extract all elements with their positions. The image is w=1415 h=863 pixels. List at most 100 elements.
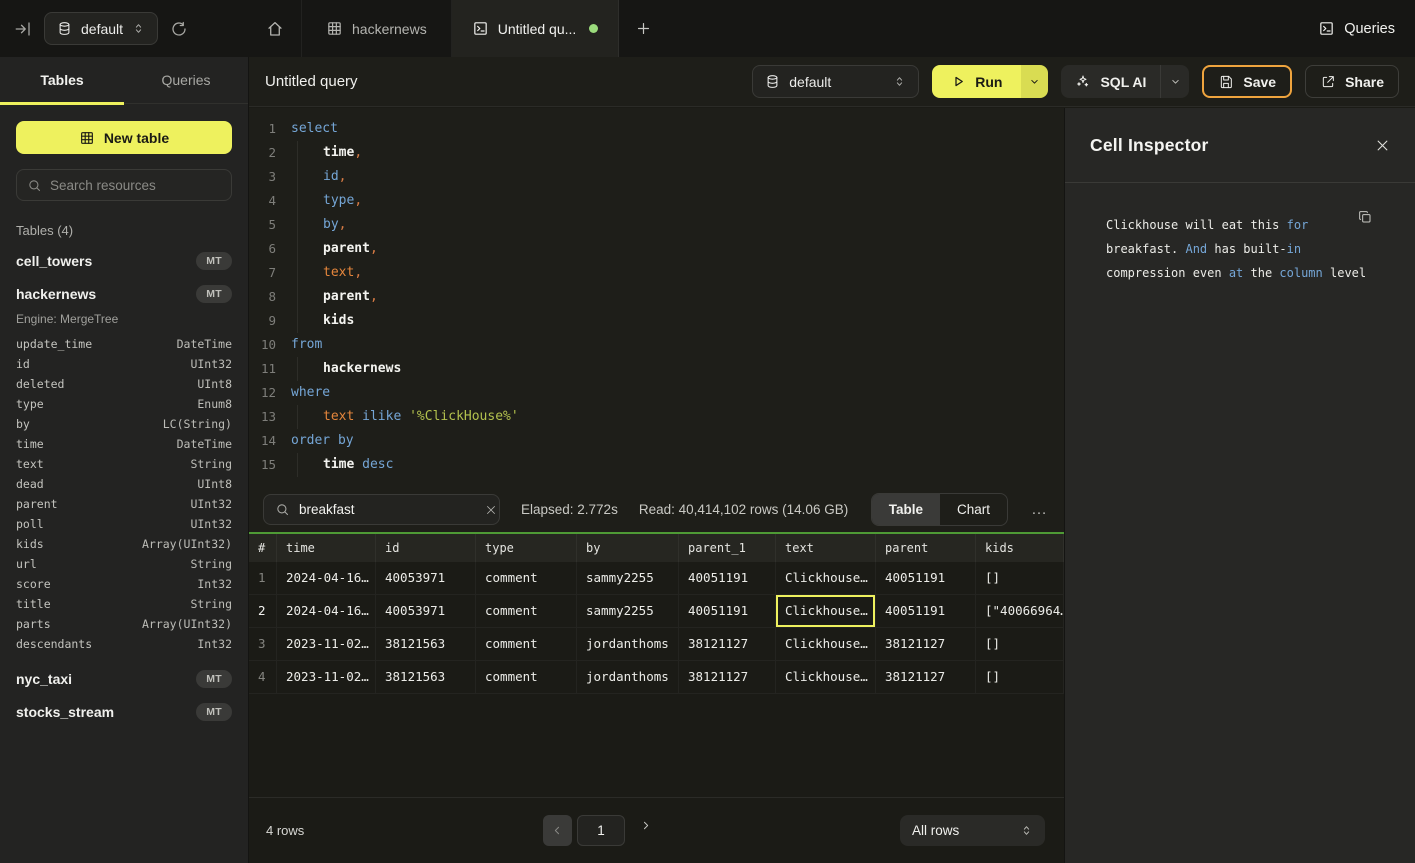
tab-home[interactable]	[249, 0, 301, 57]
selected-cell[interactable]: Clickhouse…	[776, 595, 876, 627]
table-cell[interactable]: 2023-11-02…	[277, 661, 376, 693]
table-cell[interactable]: 38121127	[876, 661, 976, 693]
table-row[interactable]: 22024-04-16…40053971commentsammy22554005…	[249, 595, 1064, 628]
table-cell[interactable]: sammy2255	[577, 562, 679, 594]
table-cell[interactable]: Clickhouse…	[776, 562, 876, 594]
refresh-icon[interactable]	[170, 20, 188, 38]
chevron-right-icon	[639, 819, 652, 832]
column-header-text[interactable]: text	[776, 534, 876, 562]
table-cell[interactable]: []	[976, 628, 1064, 660]
column-row: typeEnum8	[16, 394, 232, 414]
tab-hackernews[interactable]: hackernews	[301, 0, 451, 57]
page-number-input[interactable]: 1	[577, 815, 625, 846]
table-cell[interactable]: []	[976, 562, 1064, 594]
column-header-time[interactable]: time	[277, 534, 376, 562]
next-page-button[interactable]	[639, 819, 652, 832]
close-icon[interactable]	[1375, 138, 1390, 153]
tab-label: Untitled qu...	[498, 21, 577, 37]
line-number: 10	[249, 333, 276, 357]
table-cell[interactable]: 40051191	[679, 562, 776, 594]
table-cell[interactable]: 2023-11-02…	[277, 628, 376, 660]
column-header-id[interactable]: id	[376, 534, 476, 562]
table-cell[interactable]: ["40066964…	[976, 595, 1064, 627]
collapse-sidebar-icon[interactable]	[14, 20, 32, 38]
table-cell[interactable]: jordanthoms	[577, 628, 679, 660]
clear-search-icon[interactable]	[485, 504, 497, 516]
column-header-by[interactable]: by	[577, 534, 679, 562]
table-cell[interactable]: comment	[476, 661, 577, 693]
table-cell[interactable]: sammy2255	[577, 595, 679, 627]
page-size-selector[interactable]: All rows	[900, 815, 1045, 846]
more-options-icon[interactable]: …	[1029, 505, 1050, 515]
run-options-button[interactable]	[1021, 65, 1048, 98]
column-header-num[interactable]: #	[249, 534, 277, 562]
table-cell[interactable]: comment	[476, 562, 577, 594]
table-cell[interactable]: []	[976, 661, 1064, 693]
column-name: deleted	[16, 374, 64, 394]
table-cell[interactable]: 38121127	[876, 628, 976, 660]
table-cell[interactable]: 40051191	[876, 562, 976, 594]
run-button[interactable]: Run	[932, 65, 1021, 98]
tab-untitled-query[interactable]: Untitled qu...	[451, 0, 620, 57]
column-header-parent_1[interactable]: parent_1	[679, 534, 776, 562]
table-row[interactable]: 42023-11-02…38121563commentjordanthoms38…	[249, 661, 1064, 694]
table-cell[interactable]: 38121127	[679, 628, 776, 660]
share-button[interactable]: Share	[1305, 65, 1399, 98]
code-content: by,	[291, 213, 346, 237]
table-cell[interactable]: Clickhouse…	[776, 661, 876, 693]
table-cell[interactable]: 2024-04-16…	[277, 595, 376, 627]
line-number: 4	[249, 189, 276, 213]
column-header-kids[interactable]: kids	[976, 534, 1064, 562]
table-cell[interactable]: 40053971	[376, 595, 476, 627]
save-button[interactable]: Save	[1202, 65, 1292, 98]
copy-icon[interactable]	[1357, 209, 1373, 225]
sidebar-table-nyc_taxi[interactable]: nyc_taxiMT	[0, 662, 248, 695]
sql-ai-label: SQL AI	[1100, 74, 1146, 90]
sidebar-table-stocks_stream[interactable]: stocks_streamMT	[0, 695, 248, 728]
sidebar-table-cell_towers[interactable]: cell_towersMT	[0, 244, 248, 277]
search-icon	[27, 178, 42, 193]
line-number: 15	[249, 453, 276, 477]
table-cell[interactable]: 40051191	[876, 595, 976, 627]
table-cell[interactable]: 2024-04-16…	[277, 562, 376, 594]
table-cell[interactable]: 38121563	[376, 661, 476, 693]
column-header-parent[interactable]: parent	[876, 534, 976, 562]
queries-button[interactable]: Queries	[1318, 0, 1395, 57]
sidebar-tab-tables[interactable]: Tables	[0, 57, 124, 103]
results-region: #timeidtypebyparent_1textparentkids 1202…	[249, 532, 1064, 797]
table-cell[interactable]: comment	[476, 595, 577, 627]
table-cell[interactable]: 40053971	[376, 562, 476, 594]
rows-read-stats: Read: 40,414,102 rows (14.06 GB)	[639, 502, 848, 517]
code-line: 7text,	[249, 261, 1064, 285]
results-search-input[interactable]	[299, 502, 476, 517]
topbar-database-selector[interactable]: default	[44, 12, 158, 45]
sql-editor[interactable]: 1select2time,3id,4type,5by,6parent,7text…	[249, 108, 1064, 487]
table-row[interactable]: 12024-04-16…40053971commentsammy22554005…	[249, 562, 1064, 595]
view-toggle-table[interactable]: Table	[872, 494, 940, 525]
chevron-down-icon	[1028, 75, 1041, 88]
sql-ai-button[interactable]: SQL AI	[1061, 65, 1160, 98]
table-cell[interactable]: 38121127	[679, 661, 776, 693]
table-cell[interactable]: 38121563	[376, 628, 476, 660]
new-tab-button[interactable]	[619, 0, 668, 57]
table-cell[interactable]: comment	[476, 628, 577, 660]
new-table-label: New table	[104, 130, 169, 146]
view-toggle-chart[interactable]: Chart	[940, 494, 1007, 525]
column-header-type[interactable]: type	[476, 534, 577, 562]
toolbar-database-selector[interactable]: default	[752, 65, 919, 98]
code-content: from	[291, 333, 322, 357]
sql-ai-options-button[interactable]	[1160, 65, 1189, 98]
sidebar-search-input[interactable]	[50, 178, 227, 193]
code-line: 3id,	[249, 165, 1064, 189]
query-title: Untitled query	[265, 73, 358, 90]
previous-page-button[interactable]	[543, 815, 572, 846]
sidebar-table-hackernews[interactable]: hackernewsMT	[0, 277, 248, 310]
table-cell[interactable]: Clickhouse…	[776, 628, 876, 660]
table-cell[interactable]: jordanthoms	[577, 661, 679, 693]
table-row[interactable]: 32023-11-02…38121563commentjordanthoms38…	[249, 628, 1064, 661]
table-cell[interactable]: 40051191	[679, 595, 776, 627]
unsaved-changes-dot	[589, 24, 598, 33]
new-table-button[interactable]: New table	[16, 121, 232, 154]
chevron-updown-icon	[132, 22, 145, 35]
sidebar-tab-queries[interactable]: Queries	[124, 57, 248, 103]
